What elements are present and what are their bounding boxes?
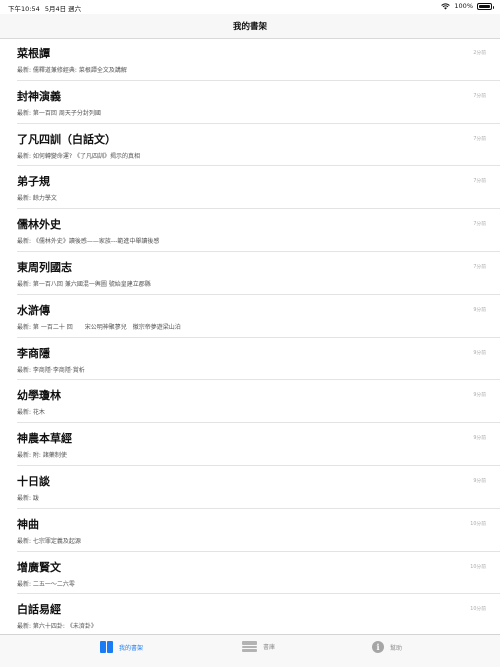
book-latest-chapter: 最新: 第六十四卦: 《未濟卦》 bbox=[17, 623, 97, 631]
book-updated-time: 9分前 bbox=[473, 436, 486, 442]
help-icon: i bbox=[372, 641, 384, 653]
bookshelf-icon bbox=[242, 641, 257, 652]
book-row[interactable]: 增廣賢文最新: 二五一～二六零 10分前 bbox=[17, 552, 500, 595]
book-title: 封神演義 bbox=[17, 89, 61, 103]
battery-percent: 100% bbox=[454, 2, 473, 10]
book-latest-chapter: 最新: 第 一百二十 回 宋公明神聚蓼兒 徽宗帝夢遊梁山泊 bbox=[17, 323, 181, 331]
book-latest-chapter: 最新: 花木 bbox=[17, 409, 45, 417]
book-updated-time: 9分前 bbox=[473, 478, 486, 484]
nav-bar: 我的書架 bbox=[0, 14, 500, 39]
book-title: 神曲 bbox=[17, 517, 39, 531]
book-row[interactable]: 水滸傳最新: 第 一百二十 回 宋公明神聚蓼兒 徽宗帝夢遊梁山泊 9分前 bbox=[17, 295, 500, 338]
book-row[interactable]: 神農本草經最新: 附: 諸藥制使 9分前 bbox=[17, 423, 500, 466]
book-title: 神農本草經 bbox=[17, 432, 72, 446]
page-title: 我的書架 bbox=[232, 22, 267, 32]
status-date: 5月4日 週六 bbox=[44, 5, 82, 13]
book-row[interactable]: 十日談最新: 跋 9分前 bbox=[17, 466, 500, 509]
book-row[interactable]: 了凡四訓（白話文） 最新: 如何轉變命運? 《了凡四訓》揭示的真相 7分前 bbox=[17, 124, 500, 167]
tab-label: 幫助 bbox=[390, 644, 403, 652]
book-list: 菜根譚最新: 儒釋道兼修經典: 菜根譚全文及講解 2分前封神演義最新: 第一百回 … bbox=[0, 38, 500, 638]
book-row[interactable]: 神曲最新: 七宗罪定義及起源 10分前 bbox=[17, 509, 500, 552]
book-title: 了凡四訓（白話文） bbox=[17, 132, 116, 146]
book-row[interactable]: 菜根譚最新: 儒釋道兼修經典: 菜根譚全文及講解 2分前 bbox=[17, 38, 500, 81]
book-title: 東周列國志 bbox=[17, 260, 72, 274]
battery-icon bbox=[477, 2, 494, 10]
book-latest-chapter: 最新: 七宗罪定義及起源 bbox=[17, 537, 81, 545]
book-title: 弟子規 bbox=[17, 175, 50, 189]
book-latest-chapter: 最新: 李商隱·李商隱·賞析 bbox=[17, 366, 85, 374]
book-row[interactable]: 白話易經最新: 第六十四卦: 《未濟卦》 10分前 bbox=[17, 594, 500, 638]
status-right: 100% bbox=[441, 2, 494, 10]
book-latest-chapter: 最新: 儒釋道兼修經典: 菜根譚全文及講解 bbox=[17, 67, 127, 74]
book-row[interactable]: 封神演義最新: 第一百回 周天子分封列國 7分前 bbox=[17, 81, 500, 124]
status-time: 下午10:54 bbox=[8, 5, 40, 13]
book-updated-time: 7分前 bbox=[473, 136, 486, 142]
book-updated-time: 2分前 bbox=[473, 51, 486, 56]
book-row[interactable]: 李商隱最新: 李商隱·李商隱·賞析 9分前 bbox=[17, 338, 500, 381]
book-title: 白話易經 bbox=[17, 603, 61, 617]
book-row[interactable]: 幼學瓊林最新: 花木 9分前 bbox=[17, 380, 500, 424]
books-icon bbox=[100, 641, 113, 654]
tab-help[interactable]: i 幫助 bbox=[372, 641, 402, 653]
book-updated-time: 7分前 bbox=[473, 179, 486, 185]
book-title: 十日談 bbox=[17, 474, 50, 488]
book-updated-time: 10分前 bbox=[470, 607, 486, 613]
tab-my-bookshelf[interactable]: 我的書架 bbox=[100, 641, 143, 654]
book-row[interactable]: 儒林外史最新: 《儒林外史》讀後感——家族---範進中舉讀後感 7分前 bbox=[17, 209, 500, 252]
tab-bar: 我的書架 書庫 i 幫助 bbox=[0, 634, 500, 667]
book-updated-time: 7分前 bbox=[473, 264, 486, 270]
book-updated-time: 9分前 bbox=[473, 393, 486, 399]
book-latest-chapter: 最新: 餘力學文 bbox=[17, 195, 57, 203]
book-updated-time: 9分前 bbox=[473, 307, 486, 313]
book-updated-time: 9分前 bbox=[473, 350, 486, 356]
tab-library[interactable]: 書庫 bbox=[242, 641, 275, 652]
book-latest-chapter: 最新: 附: 諸藥制使 bbox=[17, 452, 67, 460]
book-title: 水滸傳 bbox=[17, 303, 50, 317]
book-title: 菜根譚 bbox=[17, 47, 50, 60]
book-updated-time: 10分前 bbox=[470, 521, 486, 527]
book-updated-time: 7分前 bbox=[473, 222, 486, 228]
book-latest-chapter: 最新: 《儒林外史》讀後感——家族---範進中舉讀後感 bbox=[17, 238, 160, 246]
book-row[interactable]: 弟子規最新: 餘力學文 7分前 bbox=[17, 166, 500, 210]
book-updated-time: 10分前 bbox=[470, 564, 486, 570]
tab-label: 書庫 bbox=[263, 644, 276, 651]
tab-label: 我的書架 bbox=[119, 645, 144, 652]
book-latest-chapter: 最新: 如何轉變命運? 《了凡四訓》揭示的真相 bbox=[17, 152, 141, 160]
book-row[interactable]: 東周列國志最新: 第一百八回 兼六國混一輿圖 號始皇建立郡縣 7分前 bbox=[17, 252, 500, 295]
book-title: 李商隱 bbox=[17, 346, 50, 360]
book-title: 儒林外史 bbox=[17, 218, 61, 232]
status-bar: 下午10:54 5月4日 週六 100% bbox=[0, 0, 500, 14]
book-title: 增廣賢文 bbox=[17, 560, 61, 574]
status-left: 下午10:54 5月4日 週六 bbox=[8, 3, 81, 13]
book-updated-time: 7分前 bbox=[473, 93, 486, 99]
book-latest-chapter: 最新: 第一百八回 兼六國混一輿圖 號始皇建立郡縣 bbox=[17, 280, 151, 288]
book-title: 幼學瓊林 bbox=[17, 389, 61, 403]
book-latest-chapter: 最新: 跋 bbox=[17, 494, 39, 502]
book-latest-chapter: 最新: 二五一～二六零 bbox=[17, 580, 75, 588]
book-latest-chapter: 最新: 第一百回 周天子分封列國 bbox=[17, 109, 101, 117]
wifi-icon bbox=[441, 2, 451, 9]
